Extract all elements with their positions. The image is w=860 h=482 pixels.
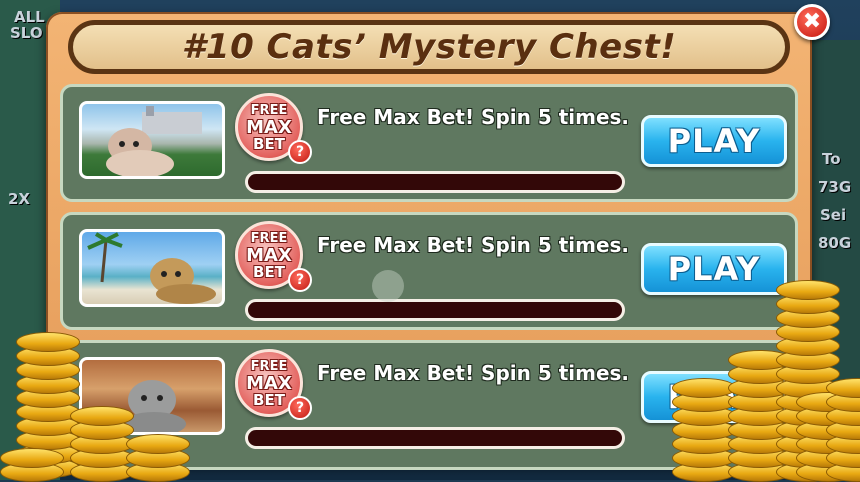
kitten-garden-image (79, 101, 225, 179)
kitten-beach-image (79, 229, 225, 307)
badge-max-text: MAX (246, 116, 292, 138)
bg-label-sei: Sei (820, 206, 847, 224)
free-max-bet-badge: FREE MAX BET ? (235, 221, 312, 292)
reward-description: Free Max Bet! Spin 5 times. (317, 361, 630, 385)
bg-label-to: To (822, 150, 841, 168)
coin (16, 332, 80, 352)
title-bar: #10 Cats’ Mystery Chest! (68, 20, 790, 74)
badge-free-text: FREE (250, 358, 288, 374)
chest-row-2: FREE MAX BET ? Free Max Bet! Spin 5 time… (60, 212, 798, 330)
popup-title: #10 Cats’ Mystery Chest! (181, 27, 677, 67)
bg-label-2x: 2X (8, 190, 31, 208)
help-icon[interactable]: ? (288, 396, 312, 420)
badge-free-text: FREE (250, 230, 288, 246)
play-button[interactable]: PLAY (641, 115, 787, 167)
badge-bet-text: BET (253, 262, 285, 281)
badge-max-text: MAX (246, 372, 292, 394)
help-icon[interactable]: ? (288, 268, 312, 292)
progress-bar (245, 427, 625, 449)
close-icon: ✖ (802, 9, 822, 34)
bg-label-73g: 73G (818, 178, 852, 196)
progress-bar (245, 171, 625, 193)
coin (776, 280, 840, 300)
coin (70, 406, 134, 426)
touch-indicator (372, 270, 404, 302)
help-icon[interactable]: ? (288, 140, 312, 164)
free-max-bet-badge: FREE MAX BET ? (235, 93, 312, 164)
coin (0, 448, 64, 468)
reward-description: Free Max Bet! Spin 5 times. (317, 233, 630, 257)
badge-free-text: FREE (250, 102, 288, 118)
badge-bet-text: BET (253, 134, 285, 153)
badge-max-text: MAX (246, 244, 292, 266)
progress-bar (245, 299, 625, 321)
coin (126, 434, 190, 454)
bg-label-80g: 80G (818, 234, 852, 252)
free-max-bet-badge: FREE MAX BET ? (235, 349, 312, 420)
reward-description: Free Max Bet! Spin 5 times. (317, 105, 630, 129)
bg-label-slots: SLO (10, 24, 43, 42)
close-button[interactable]: ✖ (794, 4, 830, 40)
chest-row-1: FREE MAX BET ? Free Max Bet! Spin 5 time… (60, 84, 798, 202)
badge-bet-text: BET (253, 390, 285, 409)
play-button[interactable]: PLAY (641, 243, 787, 295)
coin (672, 378, 736, 398)
